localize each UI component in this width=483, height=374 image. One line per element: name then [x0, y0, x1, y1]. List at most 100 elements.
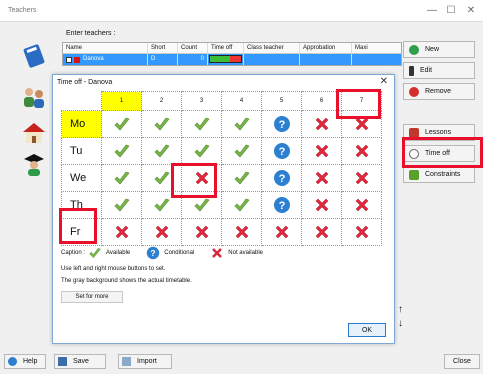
caption-label: Caption :: [61, 250, 86, 256]
slot-cell[interactable]: [221, 110, 262, 138]
teacher-short: D: [148, 54, 178, 65]
check-icon: [193, 115, 211, 133]
caption-legend: Caption : Available ? Conditional Not av…: [61, 246, 263, 260]
day-row: We ?: [61, 164, 382, 192]
expand-icon[interactable]: [66, 56, 72, 63]
slot-cell[interactable]: [181, 137, 222, 165]
time-off-mini-grid: [208, 54, 244, 65]
col-time-off[interactable]: Time off: [208, 43, 244, 53]
help-button[interactable]: Help: [4, 354, 46, 369]
question-icon: ?: [146, 246, 160, 260]
slot-cell[interactable]: [101, 137, 142, 165]
slot-cell[interactable]: [301, 218, 342, 246]
import-icon: [122, 357, 131, 366]
period-header[interactable]: 3: [181, 91, 222, 111]
cross-icon: [233, 223, 251, 241]
period-header[interactable]: 2: [141, 91, 182, 111]
slot-cell[interactable]: [221, 164, 262, 192]
slot-cell[interactable]: [181, 218, 222, 246]
col-approbation[interactable]: Approbation: [300, 43, 352, 53]
cross-icon: [313, 196, 331, 214]
enter-teachers-label: Enter teachers :: [66, 30, 116, 37]
check-icon: [233, 115, 251, 133]
slot-cell[interactable]: [181, 110, 222, 138]
close-button[interactable]: Close: [444, 354, 480, 369]
edit-button[interactable]: Edit: [403, 62, 475, 79]
slot-cell[interactable]: [341, 218, 382, 246]
slot-cell[interactable]: [341, 164, 382, 192]
annotation-highlight-friday: [59, 208, 97, 244]
window-title-bar: Teachers — ☐ ✕: [0, 0, 483, 22]
new-button[interactable]: New: [403, 41, 475, 58]
annotation-highlight-time-off: [402, 137, 483, 168]
day-header[interactable]: Mo: [61, 110, 102, 138]
slot-cell[interactable]: [141, 137, 182, 165]
slot-cell[interactable]: [101, 110, 142, 138]
slot-cell[interactable]: [301, 137, 342, 165]
slot-cell[interactable]: [301, 191, 342, 219]
minus-icon: [409, 86, 419, 97]
teacher-row-selected[interactable]: Danova D 0: [63, 54, 401, 65]
floppy-disk-icon: [58, 357, 67, 366]
slot-cell[interactable]: [341, 191, 382, 219]
check-icon: [113, 115, 131, 133]
cross-icon: [153, 223, 171, 241]
help-text-mouse: Use left and right mouse buttons to set.: [61, 266, 166, 272]
slot-cell[interactable]: [261, 218, 302, 246]
cross-icon: [353, 142, 371, 160]
move-down-arrow[interactable]: ↓: [398, 318, 403, 329]
slot-cell[interactable]: [221, 218, 262, 246]
col-name[interactable]: Name: [63, 43, 148, 53]
col-short[interactable]: Short: [148, 43, 178, 53]
constraints-button[interactable]: Constraints: [403, 166, 475, 183]
slot-cell[interactable]: [221, 191, 262, 219]
day-header[interactable]: We: [61, 164, 102, 192]
ok-button[interactable]: OK: [348, 323, 386, 337]
slot-cell[interactable]: ?: [261, 164, 302, 192]
dialog-close-icon[interactable]: ✕: [380, 76, 388, 87]
minimize-button[interactable]: —: [425, 5, 439, 16]
move-up-arrow[interactable]: ↑: [398, 304, 403, 315]
svg-text:?: ?: [278, 200, 285, 212]
col-count[interactable]: Count: [178, 43, 208, 53]
import-button[interactable]: Import: [118, 354, 172, 369]
close-window-button[interactable]: ✕: [464, 5, 478, 16]
col-maxi[interactable]: Maxi: [352, 43, 401, 53]
cross-icon: [113, 223, 131, 241]
cross-icon: [353, 169, 371, 187]
slot-cell[interactable]: [221, 137, 262, 165]
classroom-house-icon[interactable]: [20, 121, 48, 145]
slot-cell[interactable]: [301, 164, 342, 192]
window-title: Teachers: [8, 7, 37, 14]
period-header[interactable]: 5: [261, 91, 302, 111]
slot-cell[interactable]: ?: [261, 137, 302, 165]
book-icon[interactable]: [20, 44, 48, 68]
check-icon: [88, 246, 102, 260]
slot-cell[interactable]: ?: [261, 110, 302, 138]
teachers-people-icon[interactable]: [20, 85, 48, 109]
slot-cell[interactable]: ?: [261, 191, 302, 219]
slot-cell[interactable]: [141, 218, 182, 246]
set-for-more-button[interactable]: Set for more: [61, 291, 123, 303]
slot-cell[interactable]: [101, 164, 142, 192]
period-header[interactable]: 1: [101, 91, 142, 111]
save-button[interactable]: Save: [54, 354, 106, 369]
remove-button[interactable]: Remove: [403, 83, 475, 100]
slot-cell[interactable]: [101, 191, 142, 219]
legend-available: Available: [106, 250, 131, 256]
cross-icon: [313, 142, 331, 160]
cross-icon: [210, 246, 224, 260]
slot-cell[interactable]: [141, 110, 182, 138]
day-header[interactable]: Tu: [61, 137, 102, 165]
col-class-teacher[interactable]: Class teacher: [244, 43, 300, 53]
period-header[interactable]: 4: [221, 91, 262, 111]
dialog-title: Time off - Danova: [57, 79, 113, 86]
check-icon: [153, 142, 171, 160]
question-icon: ?: [273, 196, 291, 214]
maximize-button[interactable]: ☐: [444, 5, 458, 16]
day-row: Tu ?: [61, 137, 382, 165]
slot-cell[interactable]: [101, 218, 142, 246]
check-icon: [233, 169, 251, 187]
slot-cell[interactable]: [341, 137, 382, 165]
graduate-student-icon[interactable]: [20, 152, 48, 176]
